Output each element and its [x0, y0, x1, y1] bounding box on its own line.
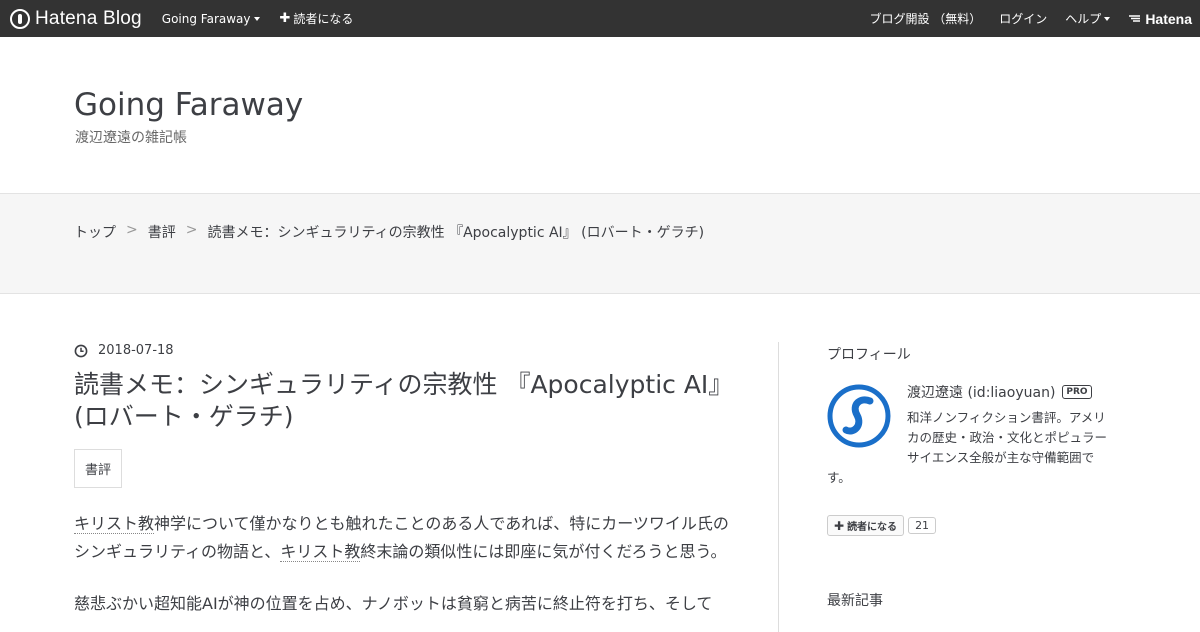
breadcrumb-top-link[interactable]: トップ: [74, 222, 116, 242]
breadcrumb-band: トップ > 書評 > 読書メモ：シンギュラリティの宗教性 『Apocalypti…: [0, 193, 1200, 294]
paragraph-text: 終末論の類似性には即座に気が付くだろうと思う。: [360, 542, 727, 561]
blog-title[interactable]: Going Faraway: [74, 87, 303, 123]
profile-module: 渡辺遼遠 (id:liaoyuan) PRO 和洋ノンフィクション書評。アメリ …: [827, 382, 1127, 494]
subscribe-button[interactable]: ✚ 読者になる: [827, 515, 905, 536]
subscribe-button-label: 読者になる: [847, 522, 898, 533]
top-navigation-bar: Hatena Blog Going Faraway ✚ 読者になる ブログ開設 …: [0, 0, 1200, 37]
subscribe-link[interactable]: ✚ 読者になる: [280, 10, 354, 27]
blog-header: Going Faraway 渡辺遼遠の雑記帳: [0, 37, 1200, 194]
profile-heading: プロフィール: [827, 347, 911, 363]
help-dropdown[interactable]: ヘルプ: [1065, 10, 1111, 27]
breadcrumb-separator: >: [185, 222, 198, 238]
article-date[interactable]: 2018-07-18: [74, 343, 744, 358]
hatena-logo-text: Hatena: [1145, 10, 1192, 27]
blog-menu-dropdown[interactable]: Going Faraway: [162, 12, 260, 26]
profile-name-text: 渡辺遼遠 (id:liaoyuan): [907, 385, 1056, 401]
blog-menu-label: Going Faraway: [161, 11, 251, 26]
bio-line: カの歴史・政治・文化とポピュラー: [907, 430, 1108, 445]
profile-name[interactable]: 渡辺遼遠 (id:liaoyuan) PRO: [907, 382, 1092, 402]
keyword-link[interactable]: キリスト教: [74, 514, 155, 534]
breadcrumb-separator: >: [126, 222, 138, 238]
bio-line: サイエンス全般が主な守備範囲で: [907, 450, 1095, 465]
subscriber-count[interactable]: 21: [908, 517, 937, 534]
plus-icon: ✚: [834, 518, 845, 533]
article-paragraph: キリスト教神学について僅かなりとも触れたことのある人であれば、特にカーツワイル氏…: [74, 510, 744, 566]
article-paragraph: 慈悲ぶかい超知能AIが神の位置を占め、ナノボットは貧窮と病苦に終止符を打ち、そし…: [74, 594, 713, 613]
article-date-text: 2018-07-18: [98, 343, 174, 358]
column-divider: [778, 342, 779, 632]
subscribe-label: 読者になる: [293, 12, 354, 26]
profile-bio: 和洋ノンフィクション書評。アメリ カの歴史・政治・文化とポピュラー サイエンス全…: [827, 408, 1122, 488]
hatena-wing-icon: [1129, 15, 1141, 22]
login-label: ログイン: [999, 12, 1048, 26]
article: 2018-07-18 読書メモ：シンギュラリティの宗教性 『Apocalypti…: [74, 343, 744, 618]
bio-line: 和洋ノンフィクション書評。アメリ: [907, 410, 1106, 425]
bio-line: す。: [827, 470, 851, 485]
sidebar: プロフィール 渡辺遼遠 (id:liaoyuan) PRO 和洋ノンフィクション…: [827, 344, 1127, 610]
brand-text: Hatena Blog: [35, 7, 142, 29]
open-blog-link[interactable]: ブログ開設 （無料）: [869, 10, 981, 27]
open-blog-label: ブログ開設 （無料）: [869, 12, 982, 26]
keyword-link[interactable]: キリスト教: [280, 542, 361, 562]
breadcrumb: トップ > 書評 > 読書メモ：シンギュラリティの宗教性 『Apocalypti…: [74, 222, 704, 242]
caret-down-icon: [1104, 16, 1111, 21]
clock-icon: [74, 344, 88, 357]
pro-badge: PRO: [1062, 385, 1092, 399]
hatena-blog-logo[interactable]: Hatena Blog: [10, 0, 142, 37]
breadcrumb-current: 読書メモ：シンギュラリティの宗教性 『Apocalyptic AI』 (ロバート…: [207, 225, 705, 241]
blog-description: 渡辺遼遠の雑記帳: [75, 130, 187, 146]
category-tag[interactable]: 書評: [74, 449, 123, 488]
subscribe-widget: ✚ 読者になる 21: [827, 515, 1127, 536]
hatena-logo[interactable]: Hatena: [1128, 11, 1192, 27]
plus-icon: ✚: [279, 11, 291, 26]
login-link[interactable]: ログイン: [999, 10, 1047, 27]
recent-posts-heading: 最新記事: [827, 593, 883, 609]
breadcrumb-category-link[interactable]: 書評: [148, 222, 176, 242]
hatena-blog-mark-icon: [10, 8, 30, 29]
caret-down-icon: [253, 16, 260, 21]
help-label: ヘルプ: [1065, 12, 1102, 26]
article-title[interactable]: 読書メモ：シンギュラリティの宗教性 『Apocalyptic AI』 (ロバート…: [74, 369, 744, 433]
